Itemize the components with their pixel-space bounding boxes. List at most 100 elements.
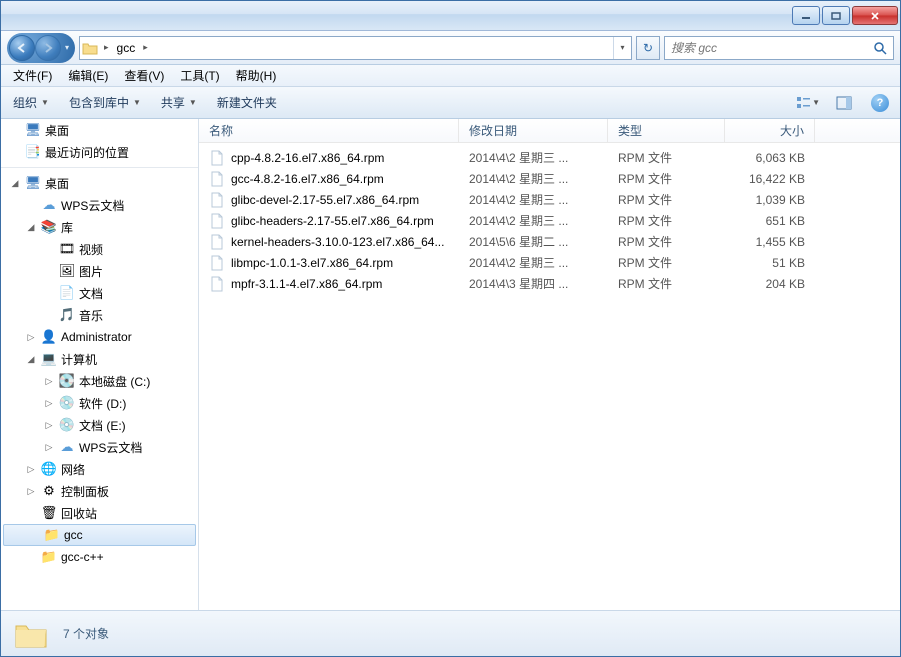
toolbar-share[interactable]: 共享▼ [157,92,201,113]
recent-icon: 📑 [25,144,41,160]
address-dropdown[interactable]: ▾ [613,37,631,59]
address-root-seg[interactable]: ▸ [100,42,113,53]
cell-size: 204 KB [725,277,815,291]
cell-date: 2014\4\2 星期三 ... [459,149,608,166]
maximize-button[interactable] [822,6,850,25]
folder-icon: 📁 [44,527,60,543]
file-icon [209,255,225,271]
tree-libraries[interactable]: ◢📚库 [1,216,198,238]
tree-wps-cloud-2[interactable]: ▷☁WPS云文档 [1,436,198,458]
column-headers: 名称 修改日期 类型 大小 [199,119,900,143]
address-bar[interactable]: ▸ gcc▸ ▾ [79,36,632,60]
table-row[interactable]: glibc-headers-2.17-55.el7.x86_64.rpm2014… [199,210,900,231]
forward-button[interactable] [35,35,61,61]
minimize-button[interactable] [792,6,820,25]
column-type[interactable]: 类型 [608,119,725,142]
history-dropdown[interactable]: ▾ [61,43,73,52]
table-row[interactable]: gcc-4.8.2-16.el7.x86_64.rpm2014\4\2 星期三 … [199,168,900,189]
expand-icon[interactable]: ▷ [25,486,37,497]
expand-icon[interactable]: ▷ [43,398,55,409]
view-icon [796,96,810,110]
tree-drive-d[interactable]: ▷💿软件 (D:) [1,392,198,414]
expand-icon[interactable]: ▷ [43,420,55,431]
cell-size: 51 KB [725,256,815,270]
tree-drive-e[interactable]: ▷💿文档 (E:) [1,414,198,436]
menu-tools[interactable]: 工具(T) [172,65,227,86]
cell-date: 2014\4\2 星期三 ... [459,170,608,187]
refresh-button[interactable]: ↻ [636,36,660,60]
table-row[interactable]: mpfr-3.1.1-4.el7.x86_64.rpm2014\4\3 星期四 … [199,273,900,294]
cell-name: libmpc-1.0.1-3.el7.x86_64.rpm [199,255,459,271]
collapse-icon[interactable]: ◢ [9,178,21,189]
chevron-down-icon: ▼ [41,98,49,107]
folder-icon: 📁 [41,549,57,565]
column-date[interactable]: 修改日期 [459,119,608,142]
menu-help[interactable]: 帮助(H) [228,65,285,86]
cell-date: 2014\4\3 星期四 ... [459,275,608,292]
help-button[interactable]: ? [868,91,892,115]
expand-icon[interactable]: ▷ [43,376,55,387]
view-options-button[interactable]: ▼ [796,91,820,115]
close-icon [870,12,880,20]
cell-date: 2014\4\2 星期三 ... [459,191,608,208]
toolbar-include[interactable]: 包含到库中▼ [65,92,145,113]
tree-pictures[interactable]: 🖼图片 [1,260,198,282]
tree-administrator[interactable]: ▷👤Administrator [1,326,198,348]
collapse-icon[interactable]: ◢ [25,354,37,365]
tree-wps-cloud[interactable]: ☁WPS云文档 [1,194,198,216]
preview-pane-button[interactable] [832,91,856,115]
column-name[interactable]: 名称 [199,119,459,142]
folder-large-icon [13,618,49,650]
close-button[interactable] [852,6,898,25]
tree-recent[interactable]: 📑最近访问的位置 [1,141,198,163]
cell-name: kernel-headers-3.10.0-123.el7.x86_64... [199,234,459,250]
expand-icon[interactable]: ▷ [43,442,55,453]
tree-documents[interactable]: 📄文档 [1,282,198,304]
refresh-icon: ↻ [643,41,653,55]
toolbar-new-folder[interactable]: 新建文件夹 [213,92,281,113]
table-row[interactable]: cpp-4.8.2-16.el7.x86_64.rpm2014\4\2 星期三 … [199,147,900,168]
table-row[interactable]: libmpc-1.0.1-3.el7.x86_64.rpm2014\4\2 星期… [199,252,900,273]
tree-recycle-bin[interactable]: 🗑回收站 [1,502,198,524]
cell-type: RPM 文件 [608,212,725,229]
nav-tree[interactable]: 🖥桌面 📑最近访问的位置 ◢🖥桌面 ☁WPS云文档 ◢📚库 🎞视频 🖼图片 📄文… [1,119,199,610]
search-icon [873,41,887,55]
tree-computer[interactable]: ◢💻计算机 [1,348,198,370]
menu-edit[interactable]: 编辑(E) [60,65,116,86]
collapse-icon[interactable]: ◢ [25,222,37,233]
search-button[interactable] [867,37,893,59]
expand-icon[interactable]: ▷ [25,464,37,475]
tree-gcc[interactable]: 📁gcc [3,524,196,546]
back-button[interactable] [9,35,35,61]
drive-icon: 💿 [59,395,75,411]
tree-desktop-root[interactable]: ◢🖥桌面 [1,172,198,194]
menu-view[interactable]: 查看(V) [116,65,172,86]
toolbar-organize[interactable]: 组织▼ [9,92,53,113]
tree-desktop-top[interactable]: 🖥桌面 [1,119,198,141]
menu-file[interactable]: 文件(F) [5,65,60,86]
tree-gcc-cpp[interactable]: 📁gcc-c++ [1,546,198,568]
search-input[interactable] [665,41,867,55]
folder-icon [80,41,100,55]
tree-network[interactable]: ▷🌐网络 [1,458,198,480]
file-icon [209,276,225,292]
cell-size: 651 KB [725,214,815,228]
search-box [664,36,894,60]
tree-videos[interactable]: 🎞视频 [1,238,198,260]
table-row[interactable]: glibc-devel-2.17-55.el7.x86_64.rpm2014\4… [199,189,900,210]
file-rows[interactable]: cpp-4.8.2-16.el7.x86_64.rpm2014\4\2 星期三 … [199,143,900,610]
file-list: 名称 修改日期 类型 大小 cpp-4.8.2-16.el7.x86_64.rp… [199,119,900,610]
file-icon [209,213,225,229]
file-icon [209,234,225,250]
column-size[interactable]: 大小 [725,119,815,142]
tree-music[interactable]: 🎵音乐 [1,304,198,326]
music-icon: 🎵 [59,307,75,323]
expand-icon[interactable]: ▷ [25,332,37,343]
address-current-seg[interactable]: gcc▸ [113,41,152,55]
file-icon [209,192,225,208]
tree-drive-c[interactable]: ▷💽本地磁盘 (C:) [1,370,198,392]
table-row[interactable]: kernel-headers-3.10.0-123.el7.x86_64...2… [199,231,900,252]
cell-date: 2014\4\2 星期三 ... [459,212,608,229]
tree-control-panel[interactable]: ▷⚙控制面板 [1,480,198,502]
cell-size: 6,063 KB [725,151,815,165]
